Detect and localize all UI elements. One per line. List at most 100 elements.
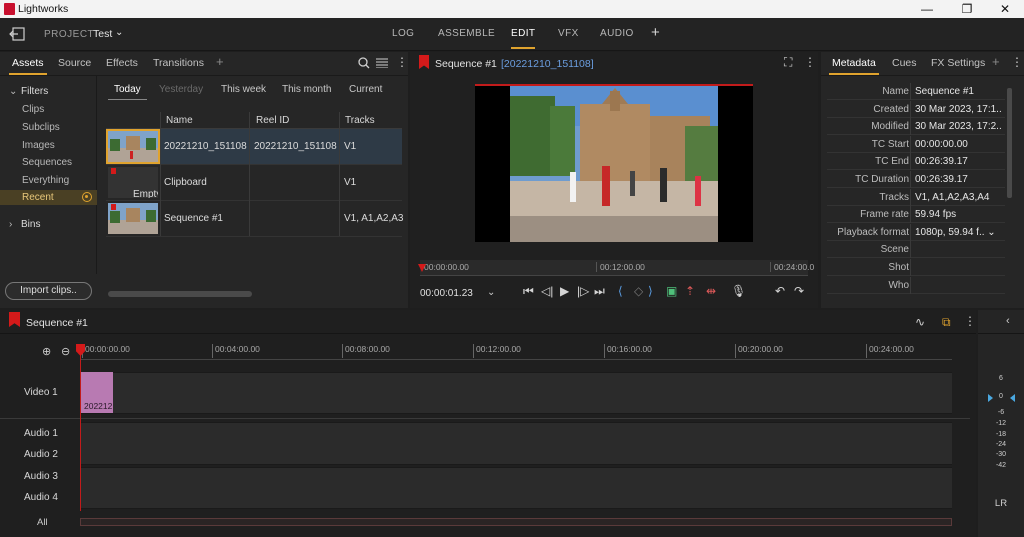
track-label-audio-1[interactable]: Audio 1 xyxy=(24,428,58,439)
table-row[interactable]: Empty Clipboard V1 xyxy=(106,165,402,201)
bins-header[interactable]: › Bins xyxy=(9,219,40,230)
tab-source[interactable]: Source xyxy=(58,57,91,69)
viewer-source-code[interactable]: [20221210_151108] xyxy=(501,58,594,70)
column-reel-id[interactable]: Reel ID xyxy=(256,115,289,126)
sync-lock-icon[interactable]: ⧉ xyxy=(942,315,951,330)
clear-marks-icon[interactable]: ◇ xyxy=(634,284,643,298)
tab-audio[interactable]: AUDIO xyxy=(600,28,634,39)
tab-metadata[interactable]: Metadata xyxy=(829,57,879,75)
metadata-value[interactable]: 30 Mar 2023, 17:1.. xyxy=(915,104,1001,115)
tab-edit[interactable]: EDIT xyxy=(511,28,536,49)
timecode-dropdown-chevron-icon[interactable]: ⌄ xyxy=(487,287,495,298)
more-options-icon[interactable]: ⋮ xyxy=(396,55,408,69)
play-icon[interactable]: ▶ xyxy=(560,284,569,298)
timeline-ruler[interactable]: 00:00:00.00 00:04:00.00 00:08:00.00 00:1… xyxy=(80,342,952,360)
metadata-value[interactable]: 00:26:39.17 xyxy=(915,156,1001,167)
maximize-button[interactable]: ❐ xyxy=(952,1,982,17)
more-options-icon[interactable]: ⋮ xyxy=(1011,55,1023,69)
metadata-value[interactable]: Sequence #1 xyxy=(915,86,1001,97)
metadata-row[interactable]: Created 30 Mar 2023, 17:1.. xyxy=(827,100,1005,118)
mark-in-icon[interactable]: ⟨ xyxy=(618,284,623,298)
collapse-meters-chevron-icon[interactable]: ‹ xyxy=(1006,315,1010,327)
metadata-value[interactable]: 1080p, 59.94 f.. ⌄ xyxy=(915,227,1001,238)
metadata-row[interactable]: Tracks V1, A1,A2,A3,A4 xyxy=(827,188,1005,206)
filter-sequences[interactable]: Sequences xyxy=(22,157,72,168)
metadata-value[interactable]: 59.94 fps xyxy=(915,209,1001,220)
metadata-row[interactable]: Scene xyxy=(827,241,1005,259)
redo-icon[interactable]: ↷ xyxy=(794,284,804,298)
filters-header[interactable]: ⌄ Filters xyxy=(9,86,48,97)
voiceover-microphone-icon[interactable]: 🎙 xyxy=(731,284,746,298)
track-audio-3-4[interactable] xyxy=(80,467,952,509)
timecode-display[interactable]: 00:00:01.23 xyxy=(420,288,473,299)
tab-vfx[interactable]: VFX xyxy=(558,28,579,39)
close-button[interactable]: ✕ xyxy=(990,1,1020,17)
add-tab-button[interactable]: + xyxy=(216,54,224,69)
tab-fx-settings[interactable]: FX Settings xyxy=(931,57,985,69)
horizontal-scrollbar[interactable] xyxy=(108,291,252,297)
metadata-row[interactable]: Shot xyxy=(827,259,1005,276)
fullscreen-icon[interactable]: ⛶ xyxy=(784,55,792,70)
table-row[interactable]: Sequence #1 V1, A1,A2,A3 xyxy=(106,201,404,237)
timeline-overview-bar[interactable] xyxy=(80,518,952,526)
column-tracks[interactable]: Tracks xyxy=(345,115,375,126)
go-to-start-icon[interactable]: ⏮ xyxy=(523,284,534,299)
minimize-button[interactable]: — xyxy=(912,1,942,17)
metadata-value[interactable]: V1, A1,A2,A3,A4 xyxy=(915,192,1001,203)
more-options-icon[interactable]: ⋮ xyxy=(964,314,976,328)
metadata-row[interactable]: TC Duration 00:26:39.17 xyxy=(827,171,1005,188)
filter-subclips[interactable]: Subclips xyxy=(22,122,60,133)
step-back-icon[interactable]: ◁| xyxy=(541,284,553,298)
tab-effects[interactable]: Effects xyxy=(106,57,138,69)
metadata-row[interactable]: Modified 30 Mar 2023, 17:2.. xyxy=(827,118,1005,136)
track-audio-1-2[interactable] xyxy=(80,422,952,465)
viewer-timeline-ruler[interactable]: 00:00:00.00 00:12:00.00 00:24:00.0 xyxy=(420,260,814,276)
project-dropdown-chevron-icon[interactable]: ⌄ xyxy=(115,27,123,38)
undo-icon[interactable]: ↶ xyxy=(775,284,785,298)
import-clips-button[interactable]: Import clips.. xyxy=(5,282,92,300)
remove-icon[interactable]: ⇹ xyxy=(706,284,716,298)
waveform-toggle-icon[interactable]: ∿ xyxy=(915,315,925,329)
go-to-end-icon[interactable]: ⏭ xyxy=(594,284,605,299)
table-row[interactable]: 20221210_151108 20221210_151108 V1 xyxy=(106,129,402,165)
tab-cues[interactable]: Cues xyxy=(892,57,917,69)
video-frame[interactable] xyxy=(475,84,753,242)
track-label-audio-3[interactable]: Audio 3 xyxy=(24,471,58,482)
exit-project-icon[interactable] xyxy=(9,27,25,41)
metadata-row[interactable]: Frame rate 59.94 fps xyxy=(827,206,1005,224)
metadata-row[interactable]: Name Sequence #1 xyxy=(827,83,1005,100)
zoom-out-icon[interactable]: ⊖ xyxy=(61,345,70,358)
more-options-icon[interactable]: ⋮ xyxy=(804,55,816,69)
tab-log[interactable]: LOG xyxy=(392,28,414,39)
lift-icon[interactable]: ⇡ xyxy=(685,284,695,298)
viewer-playhead-icon[interactable] xyxy=(418,264,426,272)
project-name[interactable]: Test xyxy=(93,28,112,40)
filter-clips[interactable]: Clips xyxy=(22,104,44,115)
column-name[interactable]: Name xyxy=(166,115,193,126)
all-tracks-label[interactable]: All xyxy=(37,517,48,528)
filter-everything[interactable]: Everything xyxy=(22,175,69,186)
add-cue-icon[interactable]: ▣ xyxy=(666,284,677,298)
filter-images[interactable]: Images xyxy=(22,140,55,151)
track-label-audio-4[interactable]: Audio 4 xyxy=(24,492,58,503)
track-video-1[interactable] xyxy=(80,372,952,414)
date-tab-this-month[interactable]: This month xyxy=(282,84,331,95)
zoom-in-icon[interactable]: ⊕ xyxy=(42,345,51,358)
timeline-playhead[interactable] xyxy=(80,346,81,511)
metadata-value[interactable]: 00:00:00.00 xyxy=(915,139,1001,150)
date-tab-today[interactable]: Today xyxy=(108,84,147,100)
tab-assemble[interactable]: ASSEMBLE xyxy=(438,28,495,39)
date-tab-this-week[interactable]: This week xyxy=(221,84,266,95)
metadata-row[interactable]: Who xyxy=(827,276,1005,294)
metadata-scrollbar[interactable] xyxy=(1007,88,1012,198)
track-label-audio-2[interactable]: Audio 2 xyxy=(24,449,58,460)
metadata-value[interactable]: 30 Mar 2023, 17:2.. xyxy=(915,121,1001,132)
list-view-icon[interactable] xyxy=(376,58,388,68)
metadata-row[interactable]: Playback format 1080p, 59.94 f.. ⌄ xyxy=(827,223,1005,241)
search-icon[interactable] xyxy=(358,57,370,69)
timeline-clip[interactable]: 202212 xyxy=(81,372,113,413)
date-tab-yesterday[interactable]: Yesterday xyxy=(159,84,203,95)
metadata-row[interactable]: TC End 00:26:39.17 xyxy=(827,153,1005,171)
tab-assets[interactable]: Assets xyxy=(9,57,46,75)
track-label-video-1[interactable]: Video 1 xyxy=(24,387,58,398)
